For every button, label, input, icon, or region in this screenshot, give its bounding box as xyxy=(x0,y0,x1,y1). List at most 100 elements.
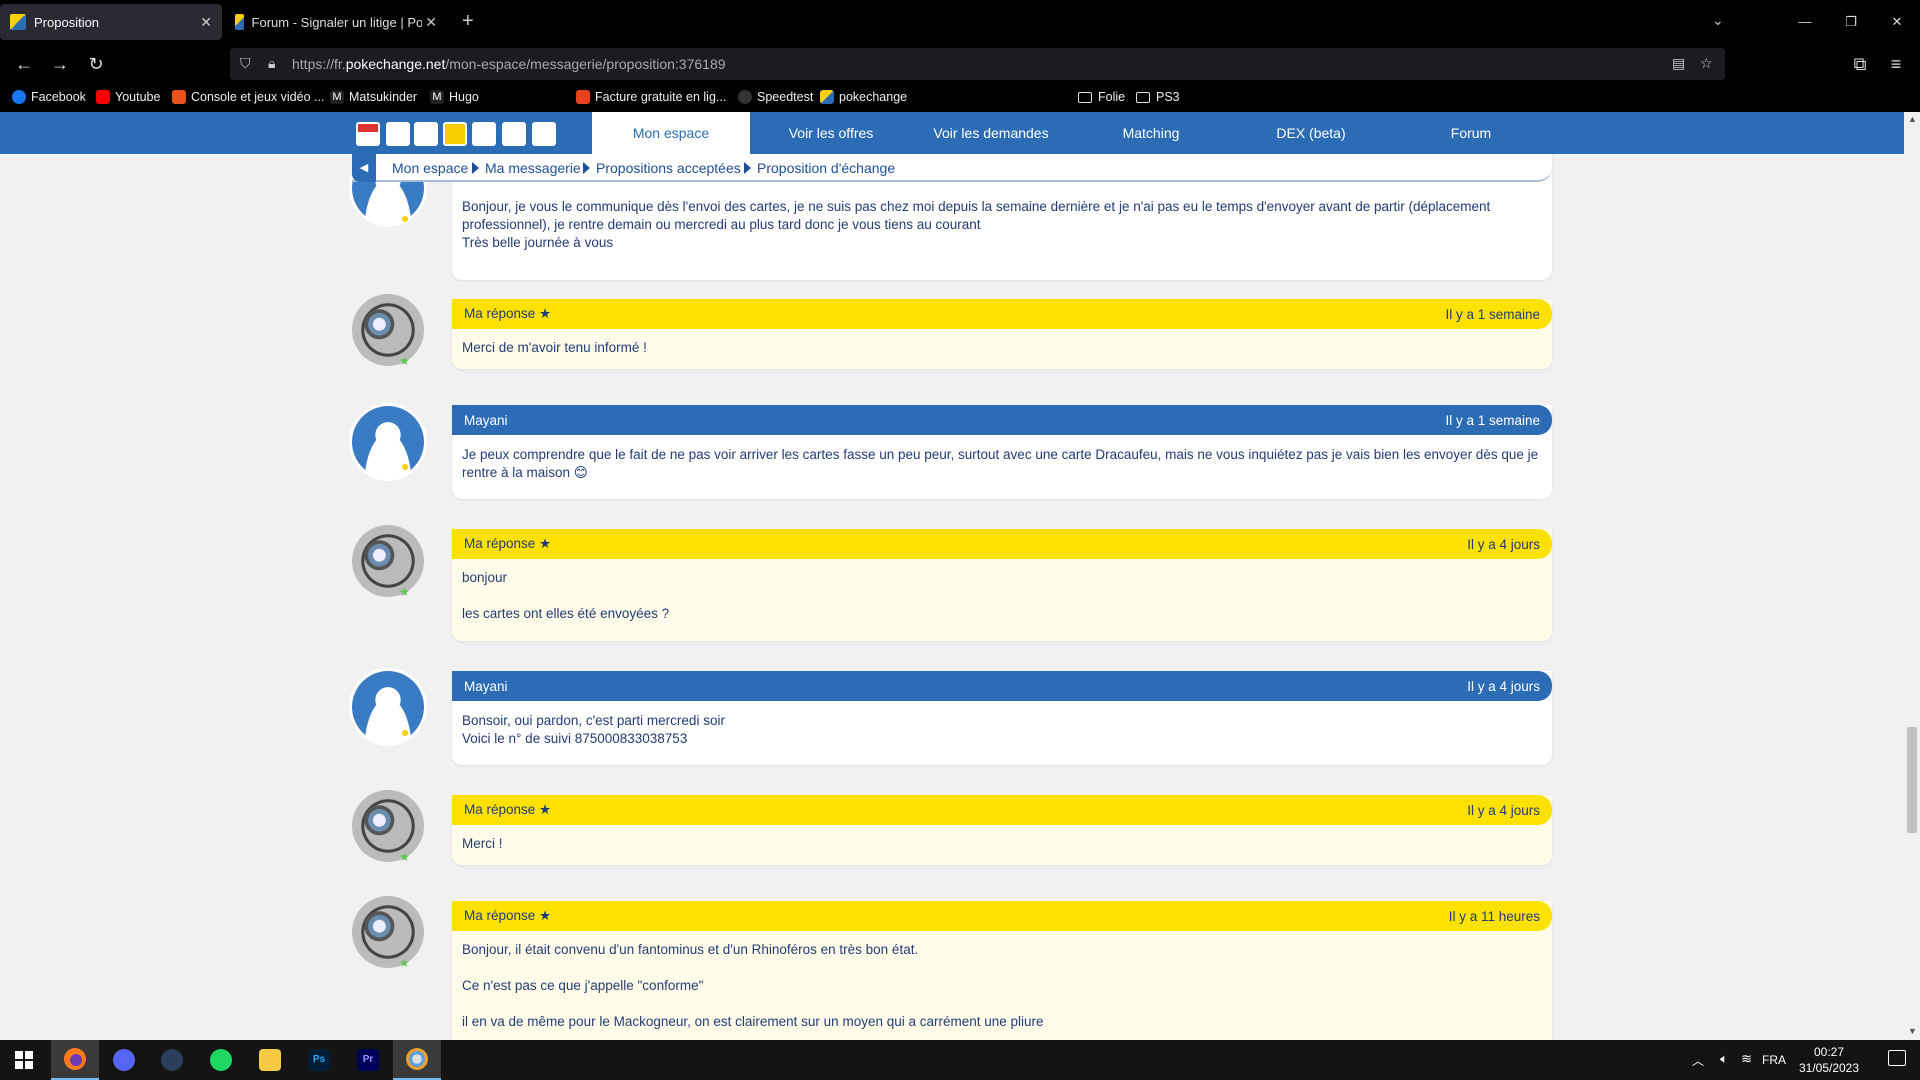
bookmark-facture[interactable]: Facture gratuite en lig... xyxy=(576,90,726,104)
pokechange-favicon-icon xyxy=(820,90,834,104)
site-nav-bar: Mon espace Voir les offres Voir les dema… xyxy=(0,112,1904,154)
url-bar[interactable]: ⛉ 🔒︎ https://fr.pokechange.net/mon-espac… xyxy=(230,48,1725,80)
message-header: Ma réponse ★ Il y a 11 heures xyxy=(452,901,1552,931)
taskbar-photoshop[interactable]: Ps xyxy=(295,1040,343,1080)
nav-voir-offres[interactable]: Voir les offres xyxy=(752,112,910,154)
message-time: Il y a 4 jours xyxy=(1467,678,1540,694)
bookmark-console-jeux[interactable]: Console et jeux vidéo ... xyxy=(172,90,324,104)
scroll-down-icon[interactable]: ▼ xyxy=(1908,1026,1917,1036)
extensions-icon[interactable]: ⧉ xyxy=(1848,52,1872,76)
bookmark-hugo[interactable]: M Hugo xyxy=(430,90,479,104)
menu-icon[interactable]: ≡ xyxy=(1884,52,1908,76)
tray-overflow-icon[interactable]: ︿ xyxy=(1692,1052,1704,1069)
close-tab-icon[interactable]: ✕ xyxy=(422,13,437,31)
page-scrollbar[interactable]: ▲ ▼ xyxy=(1904,112,1920,1040)
gmail-icon: M xyxy=(430,90,444,104)
bookmark-youtube[interactable]: Youtube xyxy=(96,90,160,104)
message-body: Bonjour, je vous le communique dès l'env… xyxy=(462,198,1540,252)
nav-matching[interactable]: Matching xyxy=(1072,112,1230,154)
scroll-up-icon[interactable]: ▲ xyxy=(1908,114,1917,124)
bookmark-label: Youtube xyxy=(115,90,161,104)
tab-proposition[interactable]: Proposition ✕ xyxy=(0,4,222,40)
taskbar-steam[interactable] xyxy=(148,1040,196,1080)
taskbar-firefox[interactable] xyxy=(51,1040,99,1080)
message-time: Il y a 1 semaine xyxy=(1445,412,1540,428)
bookmark-folder-folie[interactable]: Folie xyxy=(1078,90,1125,104)
message-header: Mayani Il y a 1 semaine xyxy=(452,405,1552,435)
bookmark-label: Hugo xyxy=(449,90,479,104)
nav-voir-demandes[interactable]: Voir les demandes xyxy=(912,112,1070,154)
refresh-icon[interactable] xyxy=(532,122,556,146)
tab-forum[interactable]: Forum - Signaler un litige | Poke ✕ xyxy=(225,4,447,40)
bookmark-facebook[interactable]: Facebook xyxy=(12,90,86,104)
message-card: Ma réponse ★ Il y a 4 jours Merci ! xyxy=(452,795,1552,865)
tab-title: Forum - Signaler un litige | Poke xyxy=(251,14,437,30)
bookmark-star-icon[interactable]: ☆ xyxy=(1700,55,1713,72)
bookmark-folder-ps3[interactable]: PS3 xyxy=(1136,90,1180,104)
taskbar-paint[interactable] xyxy=(393,1040,441,1080)
breadcrumb-propositions-acceptees[interactable]: Propositions acceptées xyxy=(596,160,741,176)
taskbar-premiere[interactable]: Pr xyxy=(344,1040,392,1080)
message-body: Bonjour, il était convenu d'un fantominu… xyxy=(462,941,1540,1031)
language-indicator[interactable]: FRA xyxy=(1762,1053,1786,1067)
clock-date: 31/05/2023 xyxy=(1798,1061,1860,1075)
nav-mon-espace[interactable]: Mon espace xyxy=(592,112,750,154)
flag-icon[interactable] xyxy=(356,122,380,146)
message-card: Mayani Il y a 1 semaine Je peux comprend… xyxy=(452,405,1552,499)
minimize-icon[interactable]: — xyxy=(1782,0,1828,44)
breadcrumb-mon-espace[interactable]: Mon espace xyxy=(392,160,468,176)
volume-icon[interactable]: 🔈︎ xyxy=(1720,1051,1728,1067)
new-tab-icon[interactable]: + xyxy=(462,10,474,33)
url-text[interactable]: https://fr.pokechange.net/mon-espace/mes… xyxy=(292,56,726,72)
cards-icon[interactable] xyxy=(386,122,410,146)
scrollbar-thumb[interactable] xyxy=(1907,727,1917,833)
taskbar-file-explorer[interactable] xyxy=(246,1040,294,1080)
message-line: Bonjour, je vous le communique dès l'env… xyxy=(462,199,1491,232)
message-line: Voici le n° de suivi 875000833038753 xyxy=(462,731,688,746)
message-card: Ma réponse ★ Il y a 4 jours bonjour les … xyxy=(452,529,1552,641)
bookmark-matsukinder[interactable]: M Matsukinder xyxy=(330,90,417,104)
message-header: Ma réponse ★ Il y a 1 semaine xyxy=(452,299,1552,329)
folder-icon xyxy=(1078,91,1092,103)
open-icon[interactable] xyxy=(472,122,496,146)
close-tab-icon[interactable]: ✕ xyxy=(200,14,212,31)
list-all-tabs-icon[interactable]: ⌄ xyxy=(1712,12,1724,29)
bookmark-label: Speedtest xyxy=(757,90,814,104)
back-icon[interactable]: ← xyxy=(12,52,36,76)
pokedex-icon[interactable] xyxy=(443,122,467,146)
taskbar-spotify[interactable] xyxy=(197,1040,245,1080)
breadcrumb-back-icon[interactable]: ◀ xyxy=(352,154,376,182)
message-author: Ma réponse ★ xyxy=(464,536,552,551)
star-icon: ★ xyxy=(399,850,410,864)
notifications-icon[interactable] xyxy=(1888,1050,1906,1066)
checklist-icon[interactable] xyxy=(502,122,526,146)
tracking-shield-icon[interactable]: ⛉ xyxy=(240,55,251,72)
photoshop-icon: Ps xyxy=(308,1049,330,1071)
close-window-icon[interactable]: ✕ xyxy=(1874,0,1920,44)
clock[interactable]: 00:27 31/05/2023 xyxy=(1794,1044,1864,1076)
message-body: Merci de m'avoir tenu informé ! xyxy=(462,339,1540,357)
restore-icon[interactable]: ❐ xyxy=(1828,0,1874,44)
status-dot xyxy=(401,463,409,471)
bookmark-label: Facture gratuite en lig... xyxy=(595,90,727,104)
status-dot xyxy=(401,215,409,223)
bookmark-pokechange[interactable]: pokechange xyxy=(820,90,907,104)
nav-forum[interactable]: Forum xyxy=(1392,112,1550,154)
user-icon[interactable] xyxy=(414,122,438,146)
reader-view-icon[interactable]: ▤ xyxy=(1672,55,1685,72)
youtube-icon xyxy=(96,90,110,104)
message-line: les cartes ont elles été envoyées ? xyxy=(462,606,670,621)
breadcrumb: ◀ Mon espace Ma messagerie Propositions … xyxy=(352,154,1552,182)
breadcrumb-ma-messagerie[interactable]: Ma messagerie xyxy=(485,160,581,176)
nav-dex-beta[interactable]: DEX (beta) xyxy=(1232,112,1390,154)
reload-icon[interactable]: ↻ xyxy=(84,52,108,76)
folder-icon xyxy=(1136,91,1150,103)
taskbar-discord[interactable] xyxy=(100,1040,148,1080)
bookmark-speedtest[interactable]: Speedtest xyxy=(738,90,813,104)
forward-icon[interactable]: → xyxy=(48,52,72,76)
network-icon[interactable]: ≋ xyxy=(1741,1051,1752,1067)
paint-icon xyxy=(406,1048,428,1070)
start-button[interactable] xyxy=(0,1040,48,1080)
lock-icon[interactable]: 🔒︎ xyxy=(268,55,275,72)
breadcrumb-proposition-echange: Proposition d'échange xyxy=(757,160,896,176)
